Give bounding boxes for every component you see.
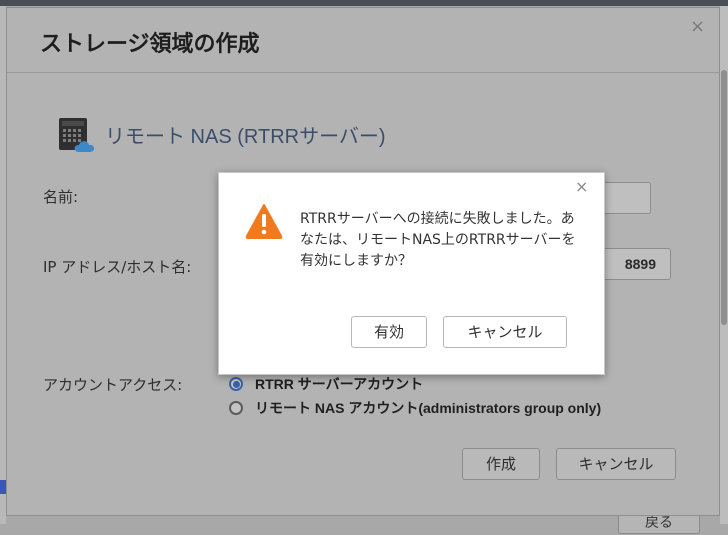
- nas-server-icon: [59, 118, 95, 152]
- dialog-header: ストレージ領域の作成 ×: [7, 8, 719, 73]
- radio-label: リモート NAS アカウント(administrators group only…: [255, 400, 602, 416]
- radio-label: RTRR サーバーアカウント: [255, 376, 424, 392]
- radio-option-rtrr-account[interactable]: RTRR サーバーアカウント: [229, 374, 423, 394]
- account-access-label: アカウントアクセス:: [43, 376, 183, 394]
- radio-button-selected[interactable]: [229, 377, 243, 391]
- radio-button[interactable]: [229, 401, 243, 415]
- dialog-cancel-button[interactable]: キャンセル: [556, 448, 676, 480]
- enable-button[interactable]: 有効: [351, 316, 427, 348]
- confirm-alert: × RTRRサーバーへの接続に失敗しました。あなたは、リモートNAS上のRTRR…: [218, 172, 605, 375]
- warning-icon: [245, 204, 283, 239]
- background-top-bar: [0, 0, 728, 6]
- radio-option-remote-nas-account[interactable]: リモート NAS アカウント(administrators group only…: [229, 398, 601, 418]
- alert-cancel-button[interactable]: キャンセル: [443, 316, 567, 348]
- name-label: 名前:: [43, 188, 79, 206]
- alert-message: RTRRサーバーへの接続に失敗しました。あなたは、リモートNAS上のRTRRサー…: [300, 211, 576, 269]
- ip-address-label: IP アドレス/ホスト名:: [43, 258, 192, 276]
- background-scrollbar[interactable]: [721, 70, 727, 325]
- create-button[interactable]: 作成: [462, 448, 540, 480]
- dialog-title: ストレージ領域の作成: [40, 32, 260, 57]
- alert-close-icon[interactable]: ×: [575, 177, 588, 196]
- section-title: リモート NAS (RTRRサーバー): [105, 126, 386, 148]
- dialog-close-icon[interactable]: ×: [690, 16, 705, 37]
